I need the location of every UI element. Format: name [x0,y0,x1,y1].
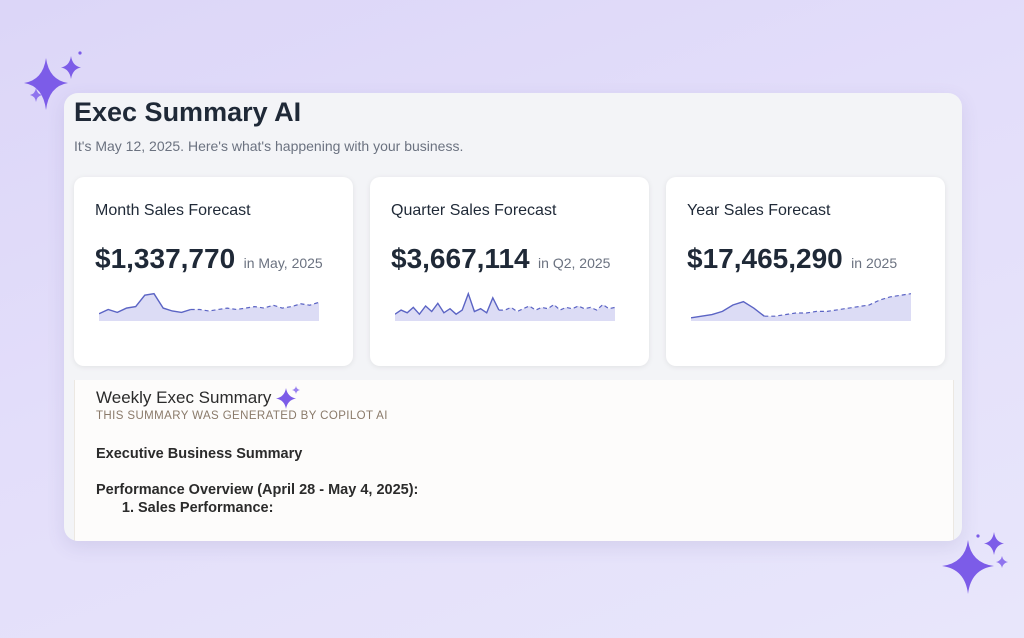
card-value-row: $3,667,114 in Q2, 2025 [391,243,610,275]
card-period: in May, 2025 [243,255,323,271]
card-value: $1,337,770 [95,243,236,274]
weekly-summary-section: Weekly Exec Summary THIS SUMMARY WAS GEN… [74,380,954,541]
list-item: Sales Performance: [138,500,418,516]
month-sparkline [99,292,319,321]
card-period: in 2025 [851,255,898,271]
summary-caption: THIS SUMMARY WAS GENERATED BY COPILOT AI [96,410,388,422]
card-value: $3,667,114 [391,243,530,274]
year-sparkline [691,293,911,321]
card-value: $17,465,290 [687,243,843,274]
card-title: Year Sales Forecast [687,202,831,219]
quarter-sparkline [395,291,615,321]
page-subtitle: It's May 12, 2025. Here's what's happeni… [74,138,464,154]
card-value-row: $17,465,290 in 2025 [687,243,897,275]
performance-overview-title: Performance Overview (April 28 - May 4, … [96,482,419,498]
card-period: in Q2, 2025 [538,255,611,271]
exec-summary-panel: Exec Summary AI It's May 12, 2025. Here'… [64,93,962,541]
year-forecast-card[interactable]: Year Sales Forecast $17,465,290 in 2025 [666,177,945,366]
summary-section-title: Executive Business Summary [96,446,303,462]
sparkle-icon [276,386,301,409]
summary-body: Executive Business Summary Performance O… [96,446,418,516]
month-forecast-card[interactable]: Month Sales Forecast $1,337,770 in May, … [74,177,353,366]
card-value-row: $1,337,770 in May, 2025 [95,243,323,275]
quarter-forecast-card[interactable]: Quarter Sales Forecast $3,667,114 in Q2,… [370,177,649,366]
summary-heading-text: Weekly Exec Summary [96,388,272,407]
sparkline-area [691,293,911,321]
page-title: Exec Summary AI [74,97,302,127]
card-title: Month Sales Forecast [95,202,251,219]
summary-heading: Weekly Exec Summary [96,385,301,411]
summary-list: Sales Performance: [96,500,418,516]
card-title: Quarter Sales Forecast [391,202,557,219]
